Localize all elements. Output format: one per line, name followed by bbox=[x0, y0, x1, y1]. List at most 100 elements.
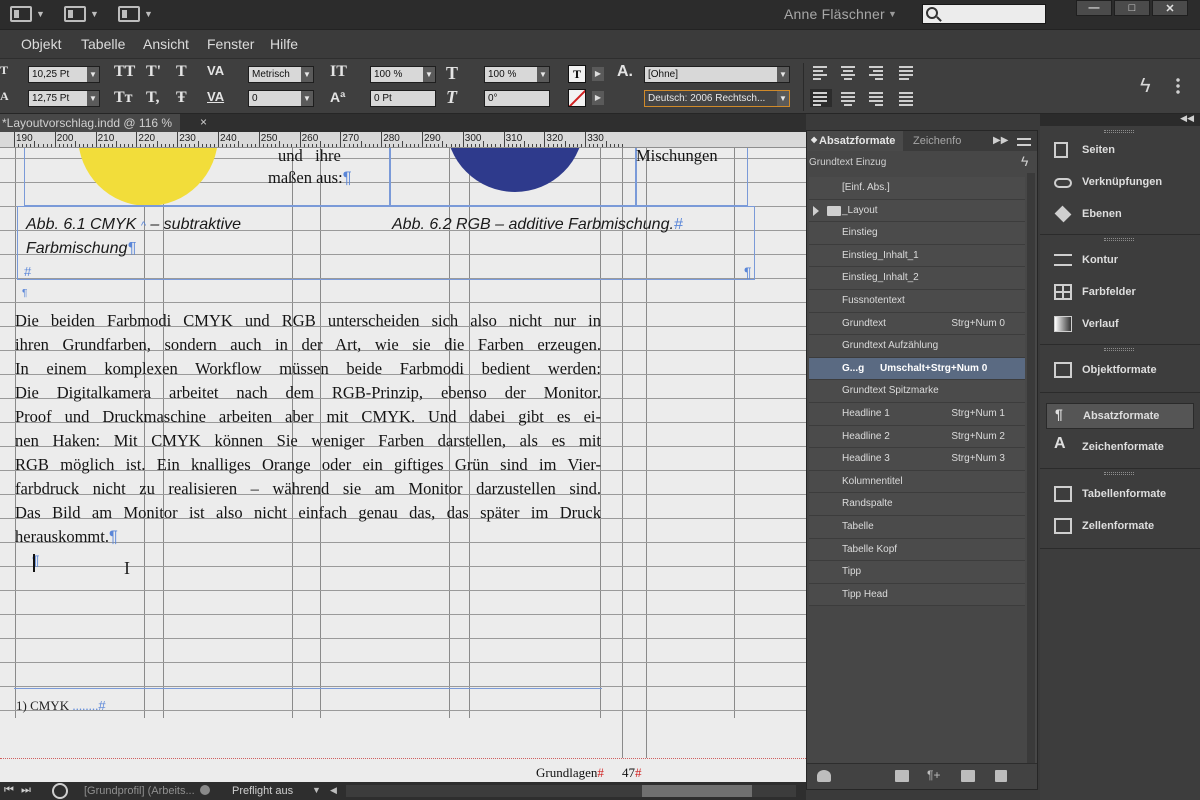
dock-item-seiten[interactable]: Seiten bbox=[1046, 138, 1194, 164]
justify-left-button[interactable] bbox=[810, 89, 832, 107]
style-list-item[interactable]: Grundtext Spitzmarke bbox=[809, 380, 1025, 403]
vertical-scale-field[interactable]: 100 % ▼ bbox=[370, 66, 436, 83]
baseline-shift-field[interactable]: 0 Pt bbox=[370, 90, 436, 107]
zoom-level-icon[interactable]: ▼ bbox=[64, 5, 99, 23]
align-center-button[interactable] bbox=[838, 63, 860, 81]
font-size-field[interactable]: 10,25 Pt ▼ bbox=[28, 66, 100, 83]
chevron-down-icon[interactable]: ▼ bbox=[87, 91, 99, 106]
subscript-button[interactable]: T, bbox=[146, 89, 159, 107]
style-list-item[interactable]: Grundtext Strg+Num 0 bbox=[809, 312, 1025, 336]
chevron-down-icon[interactable]: ▼ bbox=[777, 67, 789, 82]
chevron-down-icon[interactable]: ▼ bbox=[312, 785, 321, 795]
style-list-item[interactable]: Einstieg_Inhalt_1 bbox=[809, 244, 1025, 268]
align-left-button[interactable] bbox=[810, 63, 832, 81]
language-field[interactable]: Deutsch: 2006 Rechtsch... ▼ bbox=[644, 90, 790, 107]
minimize-button[interactable]: — bbox=[1076, 0, 1112, 16]
preflight-label[interactable]: Preflight aus bbox=[232, 785, 293, 797]
underline-button[interactable]: T bbox=[176, 63, 187, 81]
stroke-none-icon[interactable] bbox=[568, 89, 586, 107]
style-list-item[interactable]: Tabelle bbox=[809, 515, 1025, 539]
style-list-item[interactable]: Einstieg_Inhalt_2 bbox=[809, 267, 1025, 290]
maximize-button[interactable]: □ bbox=[1114, 0, 1150, 16]
chevron-down-icon[interactable]: ▼ bbox=[888, 9, 897, 19]
document-tab[interactable]: *Layoutvorschlag.indd @ 116 % bbox=[0, 114, 181, 132]
lightning-icon[interactable]: ϟ bbox=[1140, 75, 1151, 98]
tab-zeichenformate[interactable]: Zeichenfo bbox=[913, 135, 961, 147]
disclosure-triangle-icon[interactable] bbox=[813, 205, 819, 216]
style-list-item[interactable]: Grundtext Aufzählung bbox=[809, 335, 1025, 358]
menu-tabelle[interactable]: Tabelle bbox=[81, 36, 125, 52]
panel-menu-icon[interactable] bbox=[1174, 77, 1182, 95]
trash-icon[interactable] bbox=[995, 770, 1007, 782]
character-style-field[interactable]: [Ohne] ▼ bbox=[644, 66, 790, 83]
lightning-icon[interactable]: ϟ bbox=[1021, 153, 1028, 169]
style-list-item[interactable]: Headline 1 Strg+Num 1 bbox=[809, 402, 1025, 426]
panel-menu-icon[interactable] bbox=[1017, 138, 1031, 146]
new-style-icon[interactable] bbox=[961, 770, 975, 782]
style-list-item[interactable]: Randspalte bbox=[809, 493, 1025, 516]
chevron-left-icon[interactable]: ◀ bbox=[330, 785, 337, 796]
chevron-down-icon[interactable]: ▼ bbox=[777, 91, 789, 106]
kerning-field[interactable]: Metrisch ▼ bbox=[248, 66, 314, 83]
horizontal-scrollbar[interactable] bbox=[346, 785, 796, 797]
superscript-button[interactable]: T' bbox=[146, 63, 161, 81]
tab-absatzformate[interactable]: ◆ Absatzformate bbox=[807, 131, 903, 151]
scrollbar-thumb[interactable] bbox=[642, 785, 752, 797]
horizontal-scale-field[interactable]: 100 % ▼ bbox=[484, 66, 550, 83]
user-menu[interactable]: Anne Fläschner bbox=[784, 6, 885, 22]
justify-right-button[interactable] bbox=[866, 89, 888, 107]
dock-grip[interactable] bbox=[1104, 130, 1134, 133]
dock-item-verknuepfungen[interactable]: Verknüpfungen bbox=[1046, 170, 1194, 196]
small-caps-button[interactable]: Tт bbox=[114, 89, 133, 107]
dock-item-tabellenformate[interactable]: Tabellenformate bbox=[1046, 482, 1194, 508]
horizontal-ruler[interactable]: 190 200 210 220 230 240 250 260 270 280 290 300 310 3… bbox=[0, 132, 806, 148]
style-list-item[interactable]: _Layout bbox=[809, 199, 1025, 223]
panel-scrollbar[interactable] bbox=[1027, 173, 1035, 769]
strikethrough-button[interactable]: Ŧ bbox=[176, 89, 187, 107]
style-list-item[interactable]: Headline 3 Strg+Num 3 bbox=[809, 448, 1025, 471]
tracking-field[interactable]: 0 ▼ bbox=[248, 90, 314, 107]
menu-ansicht[interactable]: Ansicht bbox=[143, 36, 189, 52]
page-navigation[interactable]: ⏮ ⏭ bbox=[4, 784, 33, 797]
justify-center-button[interactable] bbox=[838, 89, 860, 107]
double-chevron-right-icon[interactable]: ▶▶ bbox=[993, 135, 1008, 146]
dock-item-zeichenformate[interactable]: A Zeichenformate bbox=[1046, 435, 1194, 461]
dock-item-verlauf[interactable]: Verlauf bbox=[1046, 312, 1194, 338]
style-list-item[interactable]: G...g Umschalt+Strg+Num 0 bbox=[809, 357, 1025, 381]
style-list-item[interactable]: Tabelle Kopf bbox=[809, 538, 1025, 562]
style-list-item[interactable]: Kolumnentitel bbox=[809, 470, 1025, 494]
chevron-down-icon[interactable]: ▼ bbox=[423, 67, 435, 82]
cloud-library-icon[interactable] bbox=[817, 770, 831, 782]
style-list-item[interactable]: Headline 2 Strg+Num 2 bbox=[809, 425, 1025, 449]
menu-hilfe[interactable]: Hilfe bbox=[270, 36, 298, 52]
style-list-item[interactable]: Tipp Head bbox=[809, 583, 1025, 607]
preflight-status-icon[interactable] bbox=[52, 783, 68, 799]
style-list-item[interactable]: Fussnotentext bbox=[809, 289, 1025, 313]
style-list-item[interactable]: Tipp bbox=[809, 561, 1025, 584]
close-icon[interactable]: × bbox=[200, 115, 207, 129]
dock-item-ebenen[interactable]: Ebenen bbox=[1046, 202, 1194, 228]
chevron-right-icon[interactable]: ▶ bbox=[592, 67, 604, 81]
skew-field[interactable]: 0° bbox=[484, 90, 550, 107]
dock-item-zellenformate[interactable]: Zellenformate bbox=[1046, 514, 1194, 540]
leading-field[interactable]: 12,75 Pt ▼ bbox=[28, 90, 100, 107]
dock-grip[interactable] bbox=[1104, 238, 1134, 241]
new-folder-icon[interactable] bbox=[895, 770, 909, 782]
close-window-button[interactable]: ✕ bbox=[1152, 0, 1188, 16]
chevron-down-icon[interactable]: ▼ bbox=[537, 67, 549, 82]
preflight-profile[interactable]: [Grundprofil] (Arbeits... bbox=[84, 785, 195, 797]
screen-mode-icon[interactable]: ▼ bbox=[118, 5, 153, 23]
chevron-down-icon[interactable]: ▼ bbox=[87, 67, 99, 82]
image-frame[interactable] bbox=[390, 148, 636, 206]
search-input[interactable] bbox=[943, 6, 1041, 22]
clear-overrides-icon[interactable]: ¶+ bbox=[927, 768, 941, 782]
dock-item-farbfelder[interactable]: Farbfelder bbox=[1046, 280, 1194, 306]
search-field[interactable] bbox=[922, 4, 1046, 24]
style-list-item[interactable]: [Einf. Abs.] bbox=[809, 177, 1025, 200]
dock-grip[interactable] bbox=[1104, 472, 1134, 475]
dock-item-objektformate[interactable]: Objektformate bbox=[1046, 358, 1194, 384]
align-right-button[interactable] bbox=[866, 63, 888, 81]
dock-grip[interactable] bbox=[1104, 348, 1134, 351]
justify-all-button[interactable] bbox=[896, 89, 918, 107]
menu-fenster[interactable]: Fenster bbox=[207, 36, 254, 52]
